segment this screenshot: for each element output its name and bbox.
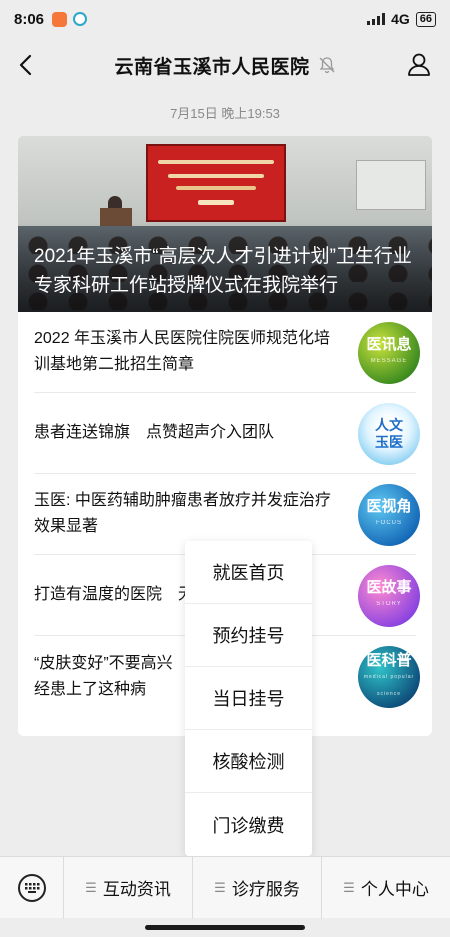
article-title: 患者连送锦旗 点赞超声介入团队 bbox=[34, 424, 275, 441]
hero-photo-screen bbox=[146, 144, 286, 222]
menu-lines-icon: ☰ bbox=[214, 879, 226, 895]
user-icon[interactable] bbox=[406, 51, 432, 77]
status-time: 8:06 bbox=[14, 10, 45, 28]
article-thumbnail: 人文玉医 bbox=[358, 403, 420, 465]
service-popup-menu: 就医首页 预约挂号 当日挂号 核酸检测 门诊缴费 bbox=[185, 541, 312, 856]
chevron-left-icon[interactable] bbox=[14, 52, 40, 78]
bottom-menu-bar: ☰ 互动资讯 ☰ 诊疗服务 ☰ 个人中心 bbox=[0, 856, 450, 919]
hero-article[interactable]: 2021年玉溪市“高层次人才引进计划”卫生行业专家科研工作站授牌仪式在我院举行 bbox=[18, 136, 432, 312]
hero-article-title: 2021年玉溪市“高层次人才引进计划”卫生行业专家科研工作站授牌仪式在我院举行 bbox=[34, 246, 412, 296]
article-title: 2022 年玉溪市人民医院住院医师规范化培训基地第二批招生简章 bbox=[34, 330, 331, 373]
menu-lines-icon: ☰ bbox=[85, 879, 97, 895]
signal-icon bbox=[367, 13, 386, 25]
tab-label: 诊疗服务 bbox=[231, 880, 300, 899]
tab-interactive-news[interactable]: ☰ 互动资讯 bbox=[64, 856, 193, 919]
tab-label: 互动资讯 bbox=[102, 880, 171, 899]
article-thumbnail: 医故事 STORY bbox=[358, 565, 420, 627]
article-thumbnail: 医视角 FOCUS bbox=[358, 484, 420, 546]
message-timestamp: 7月15日 晚上19:53 bbox=[170, 106, 280, 121]
menu-lines-icon: ☰ bbox=[343, 879, 355, 895]
notification-app-icon-2 bbox=[73, 12, 88, 26]
list-item[interactable]: 2022 年玉溪市人民医院住院医师规范化培训基地第二批招生简章 医讯息 MESS… bbox=[34, 312, 420, 393]
tab-label: 个人中心 bbox=[360, 880, 429, 899]
network-type: 4G bbox=[391, 11, 410, 27]
article-thumbnail: 医讯息 MESSAGE bbox=[358, 322, 420, 384]
keyboard-icon bbox=[17, 873, 46, 902]
menu-item-outpatient-payment[interactable]: 门诊缴费 bbox=[185, 793, 312, 856]
article-title: 玉医: 中医药辅助肿瘤患者放疗并发症治疗效果显著 bbox=[34, 492, 331, 535]
page-title: 云南省玉溪市人民医院 bbox=[114, 56, 310, 78]
article-thumbnail: 医科普 medical popular science bbox=[358, 646, 420, 708]
menu-item-nucleic-acid-test[interactable]: 核酸检测 bbox=[185, 730, 312, 793]
tab-medical-services[interactable]: ☰ 诊疗服务 bbox=[193, 856, 322, 919]
tab-personal-center[interactable]: ☰ 个人中心 bbox=[322, 857, 450, 919]
keyboard-toggle-button[interactable] bbox=[0, 856, 64, 919]
nav-bar: 云南省玉溪市人民医院 bbox=[0, 38, 450, 92]
status-bar: 8:06 4G 66 bbox=[0, 0, 450, 38]
status-indicators: 4G 66 bbox=[367, 11, 436, 27]
battery-icon: 66 bbox=[415, 11, 436, 27]
notification-app-icon bbox=[52, 11, 68, 27]
bell-off-icon bbox=[319, 57, 334, 74]
home-indicator[interactable] bbox=[145, 925, 305, 930]
battery-level: 66 bbox=[419, 12, 432, 25]
menu-item-medical-home[interactable]: 就医首页 bbox=[185, 541, 312, 604]
menu-item-appointment[interactable]: 预约挂号 bbox=[185, 604, 312, 667]
list-item[interactable]: 患者连送锦旗 点赞超声介入团队 人文玉医 bbox=[34, 393, 420, 474]
menu-item-same-day-registration[interactable]: 当日挂号 bbox=[185, 667, 312, 730]
